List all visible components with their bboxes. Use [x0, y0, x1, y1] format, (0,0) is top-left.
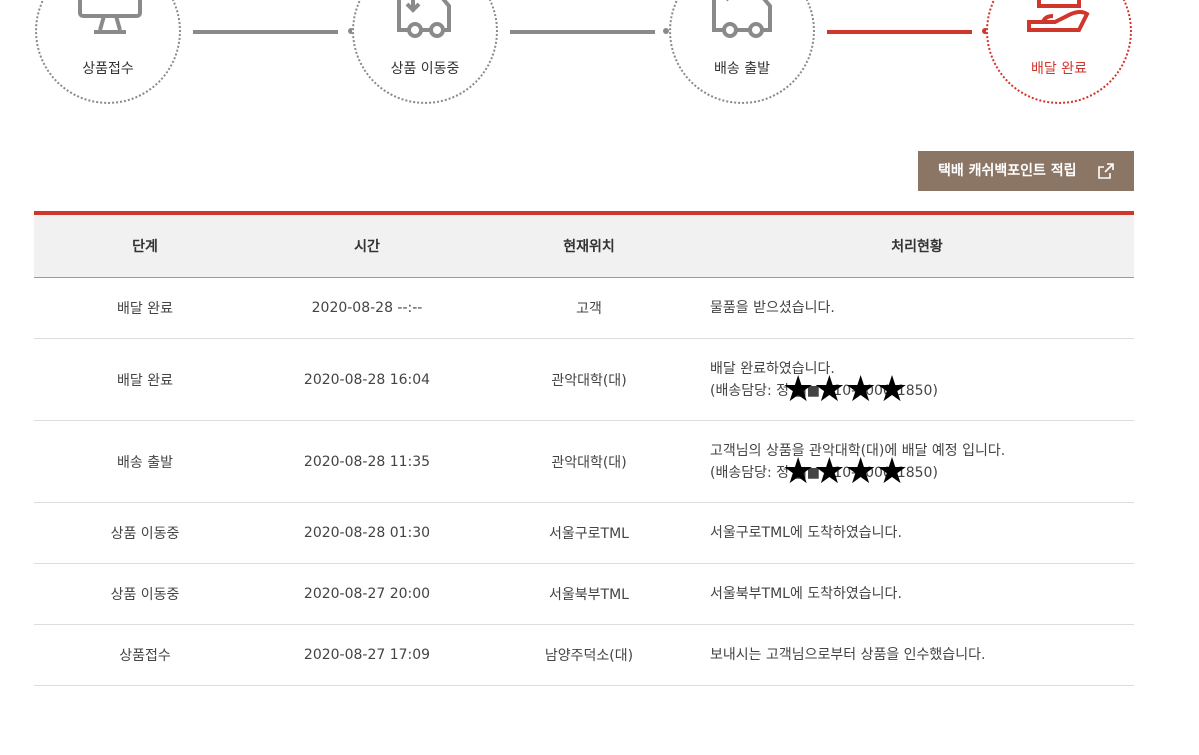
- table-row: 상품접수 2020-08-27 17:09 남양주덕소(대) 보내시는 고객님으…: [34, 624, 1134, 686]
- header-time: 시간: [256, 213, 478, 278]
- external-link-icon: [1098, 163, 1114, 179]
- step-label: 배송 출발: [714, 61, 770, 77]
- cell-time: 2020-08-27 17:09: [256, 624, 478, 686]
- monitor-arrow-icon: [78, 0, 142, 34]
- cell-stage: 상품 이동중: [34, 502, 256, 564]
- step-delivered: 배달 완료: [986, 0, 1132, 104]
- status-text: 서울구로TML에 도착하였습니다.: [710, 525, 902, 541]
- table-header-row: 단계 시간 현재위치 처리현황: [34, 213, 1134, 278]
- step-label: 배달 완료: [1031, 61, 1087, 77]
- step-connector: [193, 30, 338, 34]
- tracking-table: 단계 시간 현재위치 처리현황 배달 완료 2020-08-28 --:-- 고…: [34, 211, 1134, 686]
- courier-line: (배송담당: 정 ■■ 010-3000-1850) ★★★★: [710, 453, 1134, 489]
- courier-line: (배송담당: 정 ■■ 010-3000-1850) ★★★★: [710, 371, 1134, 407]
- step-label: 상품 이동중: [390, 61, 460, 77]
- status-text: 서울북부TML에 도착하였습니다.: [710, 586, 902, 602]
- cell-location: 서울구로TML: [478, 502, 700, 564]
- cell-location: 관악대학(대): [478, 420, 700, 503]
- cell-time: 2020-08-28 01:30: [256, 502, 478, 564]
- cell-stage: 상품 이동중: [34, 563, 256, 625]
- truck-move-icon: [397, 0, 451, 38]
- table-row: 배달 완료 2020-08-28 16:04 관악대학(대) 배달 완료하였습니…: [34, 338, 1134, 421]
- cell-status: 배달 완료하였습니다. (배송담당: 정 ■■ 010-3000-1850) ★…: [700, 338, 1134, 421]
- cell-status: 보내시는 고객님으로부터 상품을 인수했습니다.: [700, 624, 1134, 686]
- cell-location: 관악대학(대): [478, 338, 700, 421]
- cell-location: 서울북부TML: [478, 563, 700, 625]
- step-in-transit: 상품 이동중: [352, 0, 498, 104]
- redaction-stars: ★★★★: [782, 368, 908, 410]
- header-status: 처리현황: [700, 213, 1134, 278]
- cell-stage: 배달 완료: [34, 277, 256, 339]
- header-stage: 단계: [34, 213, 256, 278]
- step-label: 상품접수: [82, 61, 134, 77]
- redaction-stars: ★★★★: [782, 450, 908, 492]
- table-row: 배송 출발 2020-08-28 11:35 관악대학(대) 고객님의 상품을 …: [34, 420, 1134, 503]
- table-row: 상품 이동중 2020-08-27 20:00 서울북부TML 서울북부TML에…: [34, 563, 1134, 625]
- cell-time: 2020-08-28 11:35: [256, 420, 478, 503]
- hand-package-icon: [1027, 0, 1090, 32]
- table-row: 상품 이동중 2020-08-28 01:30 서울구로TML 서울구로TML에…: [34, 502, 1134, 564]
- cell-time: 2020-08-28 --:--: [256, 277, 478, 339]
- table-row: 배달 완료 2020-08-28 --:-- 고객 물품을 받으셨습니다.: [34, 277, 1134, 339]
- cell-stage: 배달 완료: [34, 338, 256, 421]
- cell-status: 서울북부TML에 도착하였습니다.: [700, 563, 1134, 625]
- cell-time: 2020-08-27 20:00: [256, 563, 478, 625]
- cell-stage: 상품접수: [34, 624, 256, 686]
- progress-steps: 상품접수 상품 이동중 배송 출발 배달 완료: [0, 0, 1199, 110]
- step-connector: [827, 30, 972, 34]
- status-text: 물품을 받으셨습니다.: [710, 300, 835, 316]
- cell-status: 서울구로TML에 도착하였습니다.: [700, 502, 1134, 564]
- cashback-points-button[interactable]: 택배 캐쉬백포인트 적립: [918, 151, 1134, 191]
- cell-location: 고객: [478, 277, 700, 339]
- step-connector: [510, 30, 655, 34]
- step-received: 상품접수: [35, 0, 181, 104]
- cell-stage: 배송 출발: [34, 420, 256, 503]
- header-location: 현재위치: [478, 213, 700, 278]
- cell-status: 물품을 받으셨습니다.: [700, 277, 1134, 339]
- step-departed: 배송 출발: [669, 0, 815, 104]
- status-text: 보내시는 고객님으로부터 상품을 인수했습니다.: [710, 647, 986, 663]
- cell-status: 고객님의 상품을 관악대학(대)에 배달 예정 입니다. (배송담당: 정 ■■…: [700, 420, 1134, 503]
- status-text: 배달 완료하였습니다.: [710, 360, 835, 377]
- truck-depart-icon: [712, 0, 772, 38]
- cashback-button-label: 택배 캐쉬백포인트 적립: [938, 163, 1077, 179]
- status-text: 고객님의 상품을 관악대학(대)에 배달 예정 입니다.: [710, 442, 1006, 459]
- cell-location: 남양주덕소(대): [478, 624, 700, 686]
- cell-time: 2020-08-28 16:04: [256, 338, 478, 421]
